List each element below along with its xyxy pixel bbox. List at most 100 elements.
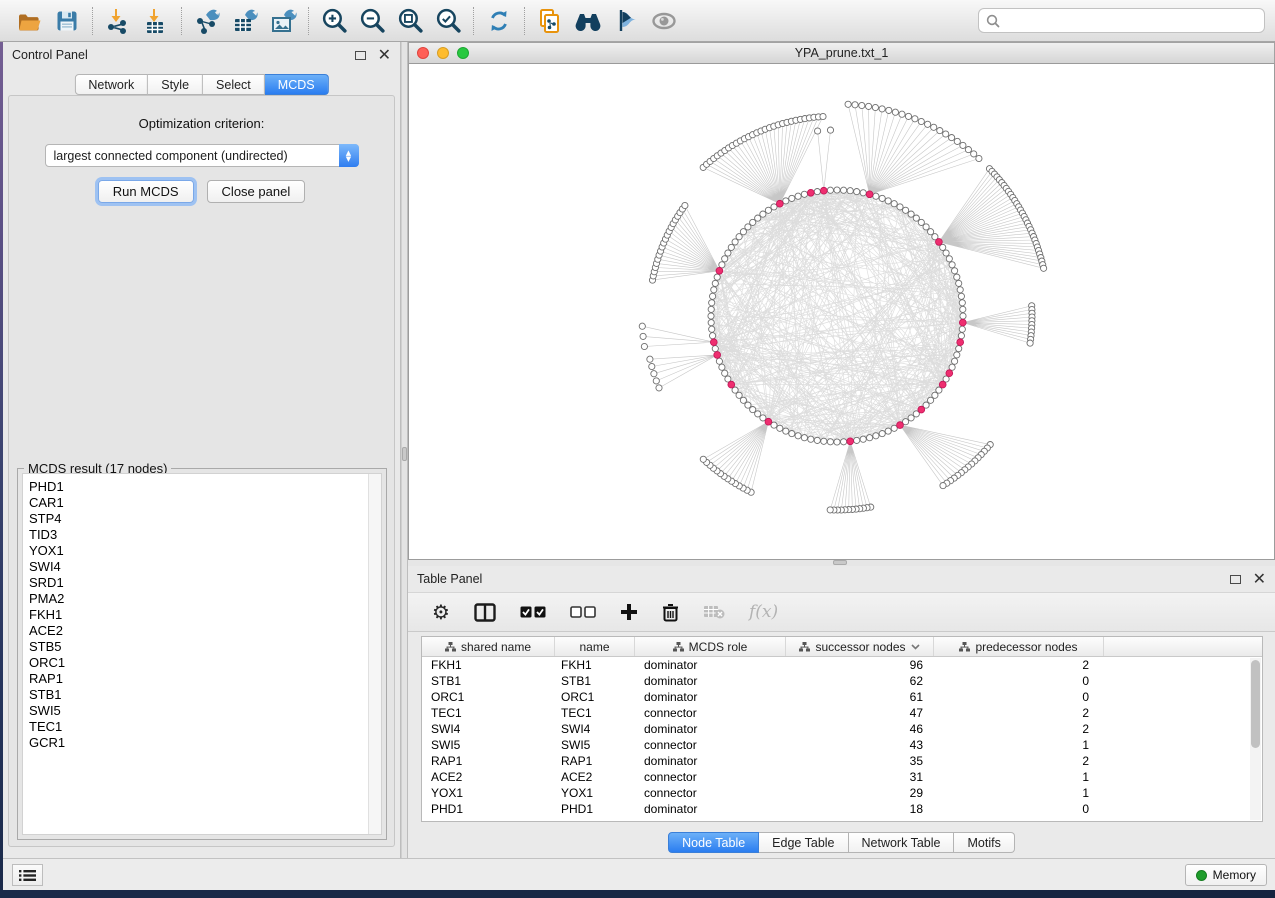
- table-cell[interactable]: FKH1: [555, 658, 635, 672]
- column-header-predecessor-nodes[interactable]: predecessor nodes: [934, 637, 1104, 656]
- export-image-icon[interactable]: [264, 4, 302, 38]
- clone-network-icon[interactable]: [531, 4, 569, 38]
- mcds-result-item[interactable]: SWI4: [23, 559, 381, 575]
- table-cell[interactable]: dominator: [635, 690, 786, 704]
- table-cell[interactable]: dominator: [635, 802, 786, 816]
- mcds-result-item[interactable]: ORC1: [23, 655, 381, 671]
- table-cell[interactable]: 61: [786, 690, 934, 704]
- tab-mcds[interactable]: MCDS: [265, 74, 329, 95]
- scrollbar-thumb[interactable]: [1251, 660, 1260, 748]
- table-cell[interactable]: SWI5: [422, 738, 555, 752]
- table-cell[interactable]: 35: [786, 754, 934, 768]
- table-scrollbar[interactable]: [1250, 658, 1261, 820]
- search-input[interactable]: [1005, 14, 1257, 28]
- table-cell[interactable]: YOX1: [422, 786, 555, 800]
- table-cell[interactable]: 1: [934, 786, 1104, 800]
- table-row[interactable]: YOX1YOX1connector291: [422, 785, 1262, 801]
- table-cell[interactable]: 1: [934, 770, 1104, 784]
- mcds-result-item[interactable]: GCR1: [23, 735, 381, 751]
- zoom-out-icon[interactable]: [353, 4, 391, 38]
- column-header-MCDS-role[interactable]: MCDS role: [635, 637, 786, 656]
- table-cell[interactable]: ORC1: [422, 690, 555, 704]
- splitter-grip[interactable]: [402, 447, 407, 461]
- table-cell[interactable]: dominator: [635, 674, 786, 688]
- mcds-result-item[interactable]: CAR1: [23, 495, 381, 511]
- table-cell[interactable]: SWI4: [422, 722, 555, 736]
- split-panel-icon[interactable]: [474, 600, 496, 624]
- table-cell[interactable]: 18: [786, 802, 934, 816]
- tab-select[interactable]: Select: [203, 74, 265, 95]
- criterion-dropdown[interactable]: largest connected component (undirected)…: [45, 144, 359, 167]
- column-header-name[interactable]: name: [555, 637, 635, 656]
- mcds-result-item[interactable]: STB5: [23, 639, 381, 655]
- table-row[interactable]: TEC1TEC1connector472: [422, 705, 1262, 721]
- table-cell[interactable]: PHD1: [555, 802, 635, 816]
- mcds-result-item[interactable]: PMA2: [23, 591, 381, 607]
- table-cell[interactable]: connector: [635, 706, 786, 720]
- table-cell[interactable]: 0: [934, 802, 1104, 816]
- table-cell[interactable]: SWI4: [555, 722, 635, 736]
- select-all-icon[interactable]: [520, 600, 546, 624]
- tab-style[interactable]: Style: [148, 74, 203, 95]
- import-network-icon[interactable]: [99, 4, 137, 38]
- table-row[interactable]: FKH1FKH1dominator962: [422, 657, 1262, 673]
- table-cell[interactable]: TEC1: [555, 706, 635, 720]
- mcds-result-item[interactable]: SRD1: [23, 575, 381, 591]
- mcds-result-item[interactable]: FKH1: [23, 607, 381, 623]
- network-canvas[interactable]: [408, 64, 1275, 560]
- table-cell[interactable]: dominator: [635, 754, 786, 768]
- table-cell[interactable]: 2: [934, 658, 1104, 672]
- splitter-grip[interactable]: [833, 560, 847, 565]
- table-cell[interactable]: ORC1: [555, 690, 635, 704]
- tab-network[interactable]: Network: [74, 74, 148, 95]
- table-cell[interactable]: SWI5: [555, 738, 635, 752]
- mcds-result-item[interactable]: ACE2: [23, 623, 381, 639]
- table-row[interactable]: ORC1ORC1dominator610: [422, 689, 1262, 705]
- table-cell[interactable]: ACE2: [555, 770, 635, 784]
- table-cell[interactable]: 0: [934, 674, 1104, 688]
- mcds-result-item[interactable]: TID3: [23, 527, 381, 543]
- mcds-result-item[interactable]: YOX1: [23, 543, 381, 559]
- binoculars-icon[interactable]: [569, 4, 607, 38]
- table-cell[interactable]: 2: [934, 706, 1104, 720]
- zoom-in-icon[interactable]: [315, 4, 353, 38]
- tab-node-table[interactable]: Node Table: [668, 832, 759, 853]
- table-cell[interactable]: 62: [786, 674, 934, 688]
- table-cell[interactable]: 2: [934, 722, 1104, 736]
- table-cell[interactable]: connector: [635, 770, 786, 784]
- table-settings-icon[interactable]: ⚙: [432, 600, 450, 624]
- table-cell[interactable]: RAP1: [555, 754, 635, 768]
- table-cell[interactable]: STB1: [555, 674, 635, 688]
- table-cell[interactable]: TEC1: [422, 706, 555, 720]
- table-cell[interactable]: 0: [934, 690, 1104, 704]
- delete-column-icon[interactable]: [662, 600, 679, 624]
- network-graph[interactable]: [409, 64, 1274, 558]
- mcds-result-item[interactable]: TEC1: [23, 719, 381, 735]
- save-session-icon[interactable]: [48, 4, 86, 38]
- zoom-selected-icon[interactable]: [429, 4, 467, 38]
- apply-function-icon[interactable]: f(x): [749, 600, 778, 624]
- memory-button[interactable]: Memory: [1185, 864, 1267, 886]
- column-header-shared-name[interactable]: shared name: [422, 637, 555, 656]
- table-cell[interactable]: 47: [786, 706, 934, 720]
- float-panel-icon[interactable]: [355, 51, 366, 60]
- mcds-result-item[interactable]: SWI5: [23, 703, 381, 719]
- deselect-all-icon[interactable]: [570, 600, 596, 624]
- vertical-splitter[interactable]: [401, 42, 408, 858]
- close-panel-icon[interactable]: ✕: [378, 50, 391, 60]
- mcds-result-item[interactable]: STP4: [23, 511, 381, 527]
- task-history-button[interactable]: [12, 864, 43, 886]
- table-cell[interactable]: 29: [786, 786, 934, 800]
- table-cell[interactable]: PHD1: [422, 802, 555, 816]
- table-cell[interactable]: STB1: [422, 674, 555, 688]
- table-cell[interactable]: 96: [786, 658, 934, 672]
- show-graphics-details-icon[interactable]: [607, 4, 645, 38]
- table-cell[interactable]: 2: [934, 754, 1104, 768]
- close-panel-button[interactable]: Close panel: [207, 180, 306, 203]
- mcds-result-item[interactable]: STB1: [23, 687, 381, 703]
- import-table-icon[interactable]: [137, 4, 175, 38]
- mcds-list-scrollbar[interactable]: [368, 474, 381, 834]
- close-panel-icon[interactable]: ✕: [1253, 574, 1266, 584]
- table-cell[interactable]: 31: [786, 770, 934, 784]
- table-row[interactable]: SWI4SWI4dominator462: [422, 721, 1262, 737]
